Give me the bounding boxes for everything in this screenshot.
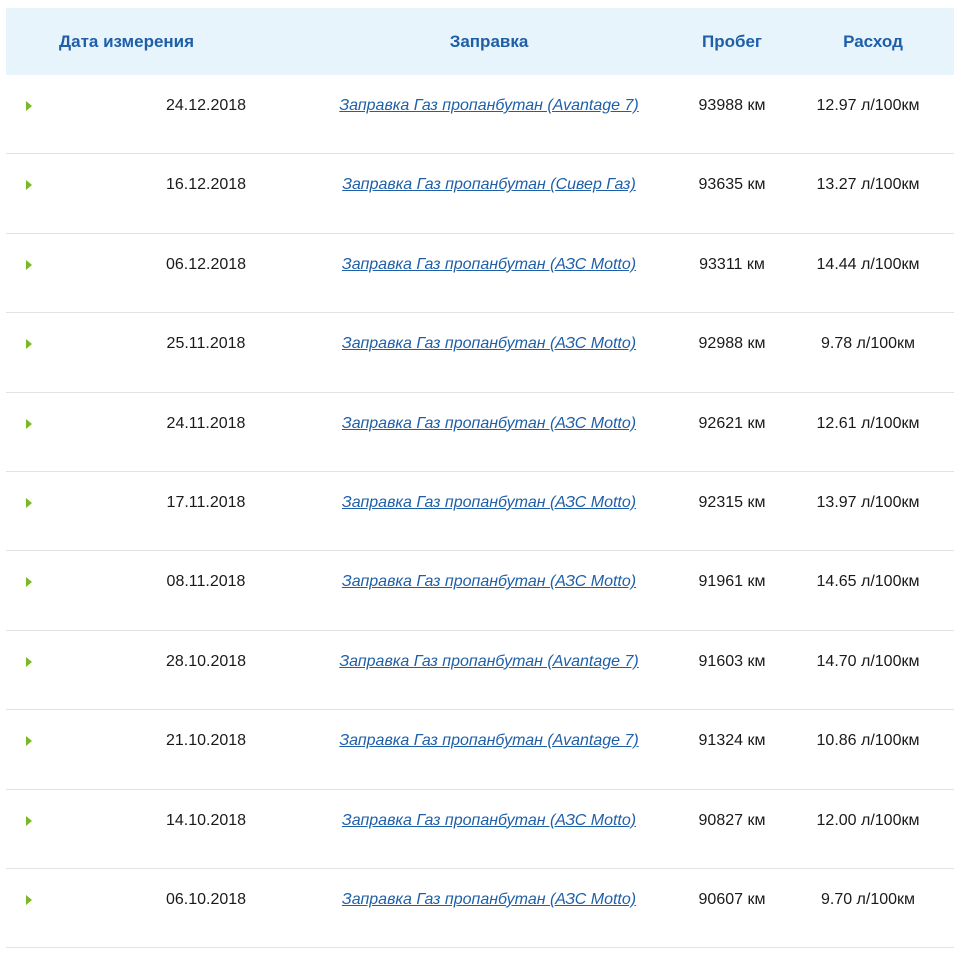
- consumption-value: 14.44 л/100км: [816, 255, 920, 273]
- table-row: 24.11.2018 Заправка Газ пропанбутан (АЗС…: [6, 393, 954, 472]
- consumption-value: 12.97 л/100км: [816, 97, 920, 114]
- fuel-cell: Заправка Газ пропанбутан (АЗС Motto): [306, 234, 672, 275]
- triangle-right-icon[interactable]: [26, 339, 32, 350]
- odometer-value: 92988 км: [698, 335, 766, 353]
- fuel-entry-link[interactable]: Заправка Газ пропанбутан (АЗС Motto): [342, 573, 636, 590]
- header-odometer[interactable]: Пробег: [672, 8, 792, 52]
- fuel-cell: Заправка Газ пропанбутан (Avantage 7): [306, 710, 672, 751]
- date-cell: 14.10.2018: [6, 790, 306, 831]
- date-cell: 08.11.2018: [6, 551, 306, 592]
- triangle-right-icon[interactable]: [26, 259, 32, 270]
- date-value: 14.10.2018: [165, 811, 247, 829]
- odometer-value: 93988 км: [698, 97, 766, 114]
- fuel-entry-link[interactable]: Заправка Газ пропанбутан (Avantage 7): [339, 97, 638, 114]
- consumption-value: 13.27 л/100км: [816, 176, 920, 194]
- fuel-log-table: Дата измерения Заправка Пробег Расход 24…: [6, 8, 954, 949]
- triangle-right-icon[interactable]: [26, 736, 32, 747]
- table-row: 21.10.2018 Заправка Газ пропанбутан (Ava…: [6, 710, 954, 790]
- header-date[interactable]: Дата измерения: [6, 8, 306, 52]
- date-value: 21.10.2018: [165, 732, 247, 750]
- triangle-right-icon[interactable]: [26, 101, 32, 111]
- consumption-value: 13.97 л/100км: [816, 493, 920, 511]
- consumption-value: 12.61 л/100км: [816, 414, 920, 432]
- date-value: 06.12.2018: [165, 255, 247, 273]
- consumption-value: 12.00 л/100км: [816, 811, 920, 829]
- table-row: 28.10.2018 Заправка Газ пропанбутан (Ava…: [6, 631, 954, 711]
- fuel-cell: Заправка Газ пропанбутан (Avantage 7): [306, 631, 672, 672]
- table-row: 17.11.2018 Заправка Газ пропанбутан (АЗС…: [6, 472, 954, 552]
- odometer-value: 91324 км: [698, 732, 766, 750]
- fuel-cell: Заправка Газ пропанбутан (АЗС Motto): [306, 393, 672, 434]
- date-value: 06.10.2018: [165, 890, 247, 908]
- table-body: 24.12.2018 Заправка Газ пропанбутан (Ava…: [6, 75, 954, 949]
- date-cell: 17.11.2018: [6, 472, 306, 513]
- fuel-entry-link[interactable]: Заправка Газ пропанбутан (АЗС Motto): [342, 256, 636, 273]
- fuel-cell: Заправка Газ пропанбутан (АЗС Motto): [306, 551, 672, 592]
- fuel-cell: Заправка Газ пропанбутан (АЗС Motto): [306, 790, 672, 831]
- table-row: 06.10.2018 Заправка Газ пропанбутан (АЗС…: [6, 869, 954, 949]
- consumption-value: 9.70 л/100км: [820, 890, 916, 908]
- odometer-value: 91961 км: [698, 573, 766, 591]
- consumption-value: 10.86 л/100км: [816, 732, 920, 750]
- fuel-cell: Заправка Газ пропанбутан (АЗС Motto): [306, 472, 672, 513]
- date-cell: 06.12.2018: [6, 234, 306, 275]
- fuel-entry-link[interactable]: Заправка Газ пропанбутан (АЗС Motto): [342, 891, 636, 908]
- date-cell: 21.10.2018: [6, 710, 306, 751]
- fuel-entry-link[interactable]: Заправка Газ пропанбутан (АЗС Motto): [342, 415, 636, 432]
- date-value: 24.12.2018: [165, 97, 247, 114]
- fuel-cell: Заправка Газ пропанбутан (Avantage 7): [306, 75, 672, 116]
- consumption-value: 14.65 л/100км: [816, 573, 920, 591]
- date-value: 25.11.2018: [166, 335, 246, 353]
- date-cell: 28.10.2018: [6, 631, 306, 672]
- header-fuel[interactable]: Заправка: [306, 8, 672, 52]
- date-cell: 24.11.2018: [6, 393, 306, 434]
- consumption-value: 14.70 л/100км: [816, 652, 920, 670]
- fuel-entry-link[interactable]: Заправка Газ пропанбутан (АЗС Motto): [342, 494, 636, 511]
- date-cell: 25.11.2018: [6, 313, 306, 354]
- fuel-entry-link[interactable]: Заправка Газ пропанбутан (Сивер Газ): [342, 176, 636, 193]
- odometer-value: 93311 км: [699, 255, 765, 273]
- table-row: 14.10.2018 Заправка Газ пропанбутан (АЗС…: [6, 790, 954, 869]
- odometer-value: 91603 км: [698, 652, 766, 670]
- date-value: 28.10.2018: [165, 652, 247, 670]
- odometer-value: 92621 км: [698, 414, 766, 432]
- fuel-entry-link[interactable]: Заправка Газ пропанбутан (Avantage 7): [339, 732, 638, 749]
- triangle-right-icon[interactable]: [26, 656, 32, 667]
- date-value: 24.11.2018: [166, 414, 246, 432]
- triangle-right-icon[interactable]: [26, 418, 32, 429]
- triangle-right-icon[interactable]: [26, 577, 32, 588]
- odometer-value: 90827 км: [698, 811, 766, 829]
- date-cell: 16.12.2018: [6, 154, 306, 195]
- header-consumption[interactable]: Расход: [792, 8, 954, 52]
- table-row: 16.12.2018 Заправка Газ пропанбутан (Сив…: [6, 154, 954, 234]
- table-header: Дата измерения Заправка Пробег Расход: [6, 8, 954, 75]
- triangle-right-icon[interactable]: [26, 180, 32, 191]
- table-row: 08.11.2018 Заправка Газ пропанбутан (АЗС…: [6, 551, 954, 631]
- fuel-cell: Заправка Газ пропанбутан (АЗС Motto): [306, 869, 672, 910]
- date-value: 17.11.2018: [166, 493, 246, 511]
- fuel-cell: Заправка Газ пропанбутан (Сивер Газ): [306, 154, 672, 195]
- date-cell: 24.12.2018: [6, 75, 306, 116]
- date-value: 08.11.2018: [166, 573, 246, 591]
- odometer-value: 90607 км: [698, 890, 766, 908]
- table-row: 24.12.2018 Заправка Газ пропанбутан (Ava…: [6, 75, 954, 155]
- date-cell: 06.10.2018: [6, 869, 306, 910]
- triangle-right-icon[interactable]: [26, 894, 32, 905]
- odometer-value: 93635 км: [698, 176, 766, 194]
- fuel-cell: Заправка Газ пропанбутан (АЗС Motto): [306, 313, 672, 354]
- odometer-value: 92315 км: [698, 493, 766, 511]
- consumption-value: 9.78 л/100км: [820, 335, 916, 353]
- table-row: 06.12.2018 Заправка Газ пропанбутан (АЗС…: [6, 234, 954, 314]
- table-row: 25.11.2018 Заправка Газ пропанбутан (АЗС…: [6, 313, 954, 393]
- triangle-right-icon[interactable]: [26, 815, 32, 826]
- fuel-entry-link[interactable]: Заправка Газ пропанбутан (АЗС Motto): [342, 812, 636, 829]
- fuel-entry-link[interactable]: Заправка Газ пропанбутан (АЗС Motto): [342, 335, 636, 352]
- triangle-right-icon[interactable]: [26, 497, 32, 508]
- fuel-entry-link[interactable]: Заправка Газ пропанбутан (Avantage 7): [339, 653, 638, 670]
- date-value: 16.12.2018: [165, 176, 247, 194]
